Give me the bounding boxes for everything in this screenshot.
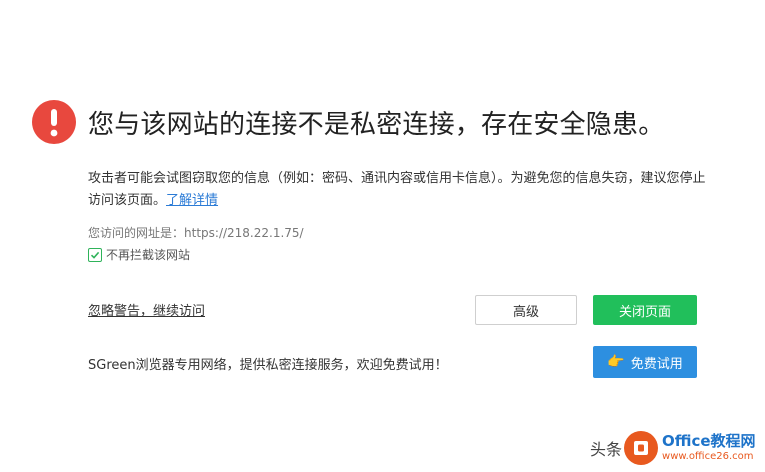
watermark: 头条 Office教程网 www.office26.com [590,424,765,472]
free-trial-button[interactable]: 👉 免费试用 [593,346,697,378]
office-logo-icon [624,431,659,465]
watermark-brand: Office教程网 [662,432,756,450]
visited-url: 您访问的网址是：https://218.22.1.75/ [88,224,304,241]
url-value: https://218.22.1.75/ [184,226,304,240]
office-glyph-icon [634,441,649,455]
warning-icon [32,100,76,144]
advanced-button[interactable]: 高级 [475,295,577,325]
dont-block-checkbox-row[interactable]: 不再拦截该网站 [88,246,190,263]
watermark-site: www.office26.com [662,451,754,462]
watermark-prefix: 头条 [590,440,623,459]
exclamation-icon [50,109,58,137]
pointing-hand-icon: 👉 [607,354,625,370]
dont-block-checkbox[interactable] [88,247,102,262]
free-trial-label: 免费试用 [630,356,683,372]
warning-description: 攻击者可能会试图窃取您的信息（例如：密码、通讯内容或信用卡信息）。为避免您的信息… [88,168,708,212]
ignore-warning-link[interactable]: 忽略警告，继续访问 [88,300,205,319]
learn-more-link[interactable]: 了解详情 [166,193,218,208]
close-page-button[interactable]: 关闭页面 [593,295,697,325]
check-icon [90,251,100,259]
promo-text: SGreen浏览器专用网络，提供私密连接服务，欢迎免费试用！ [88,358,448,373]
watermark-text: Office教程网 www.office26.com [662,434,756,462]
url-label: 您访问的网址是： [88,226,185,240]
dont-block-label: 不再拦截该网站 [106,248,191,262]
page-title: 您与该网站的连接不是私密连接，存在安全隐患。 [88,110,665,140]
